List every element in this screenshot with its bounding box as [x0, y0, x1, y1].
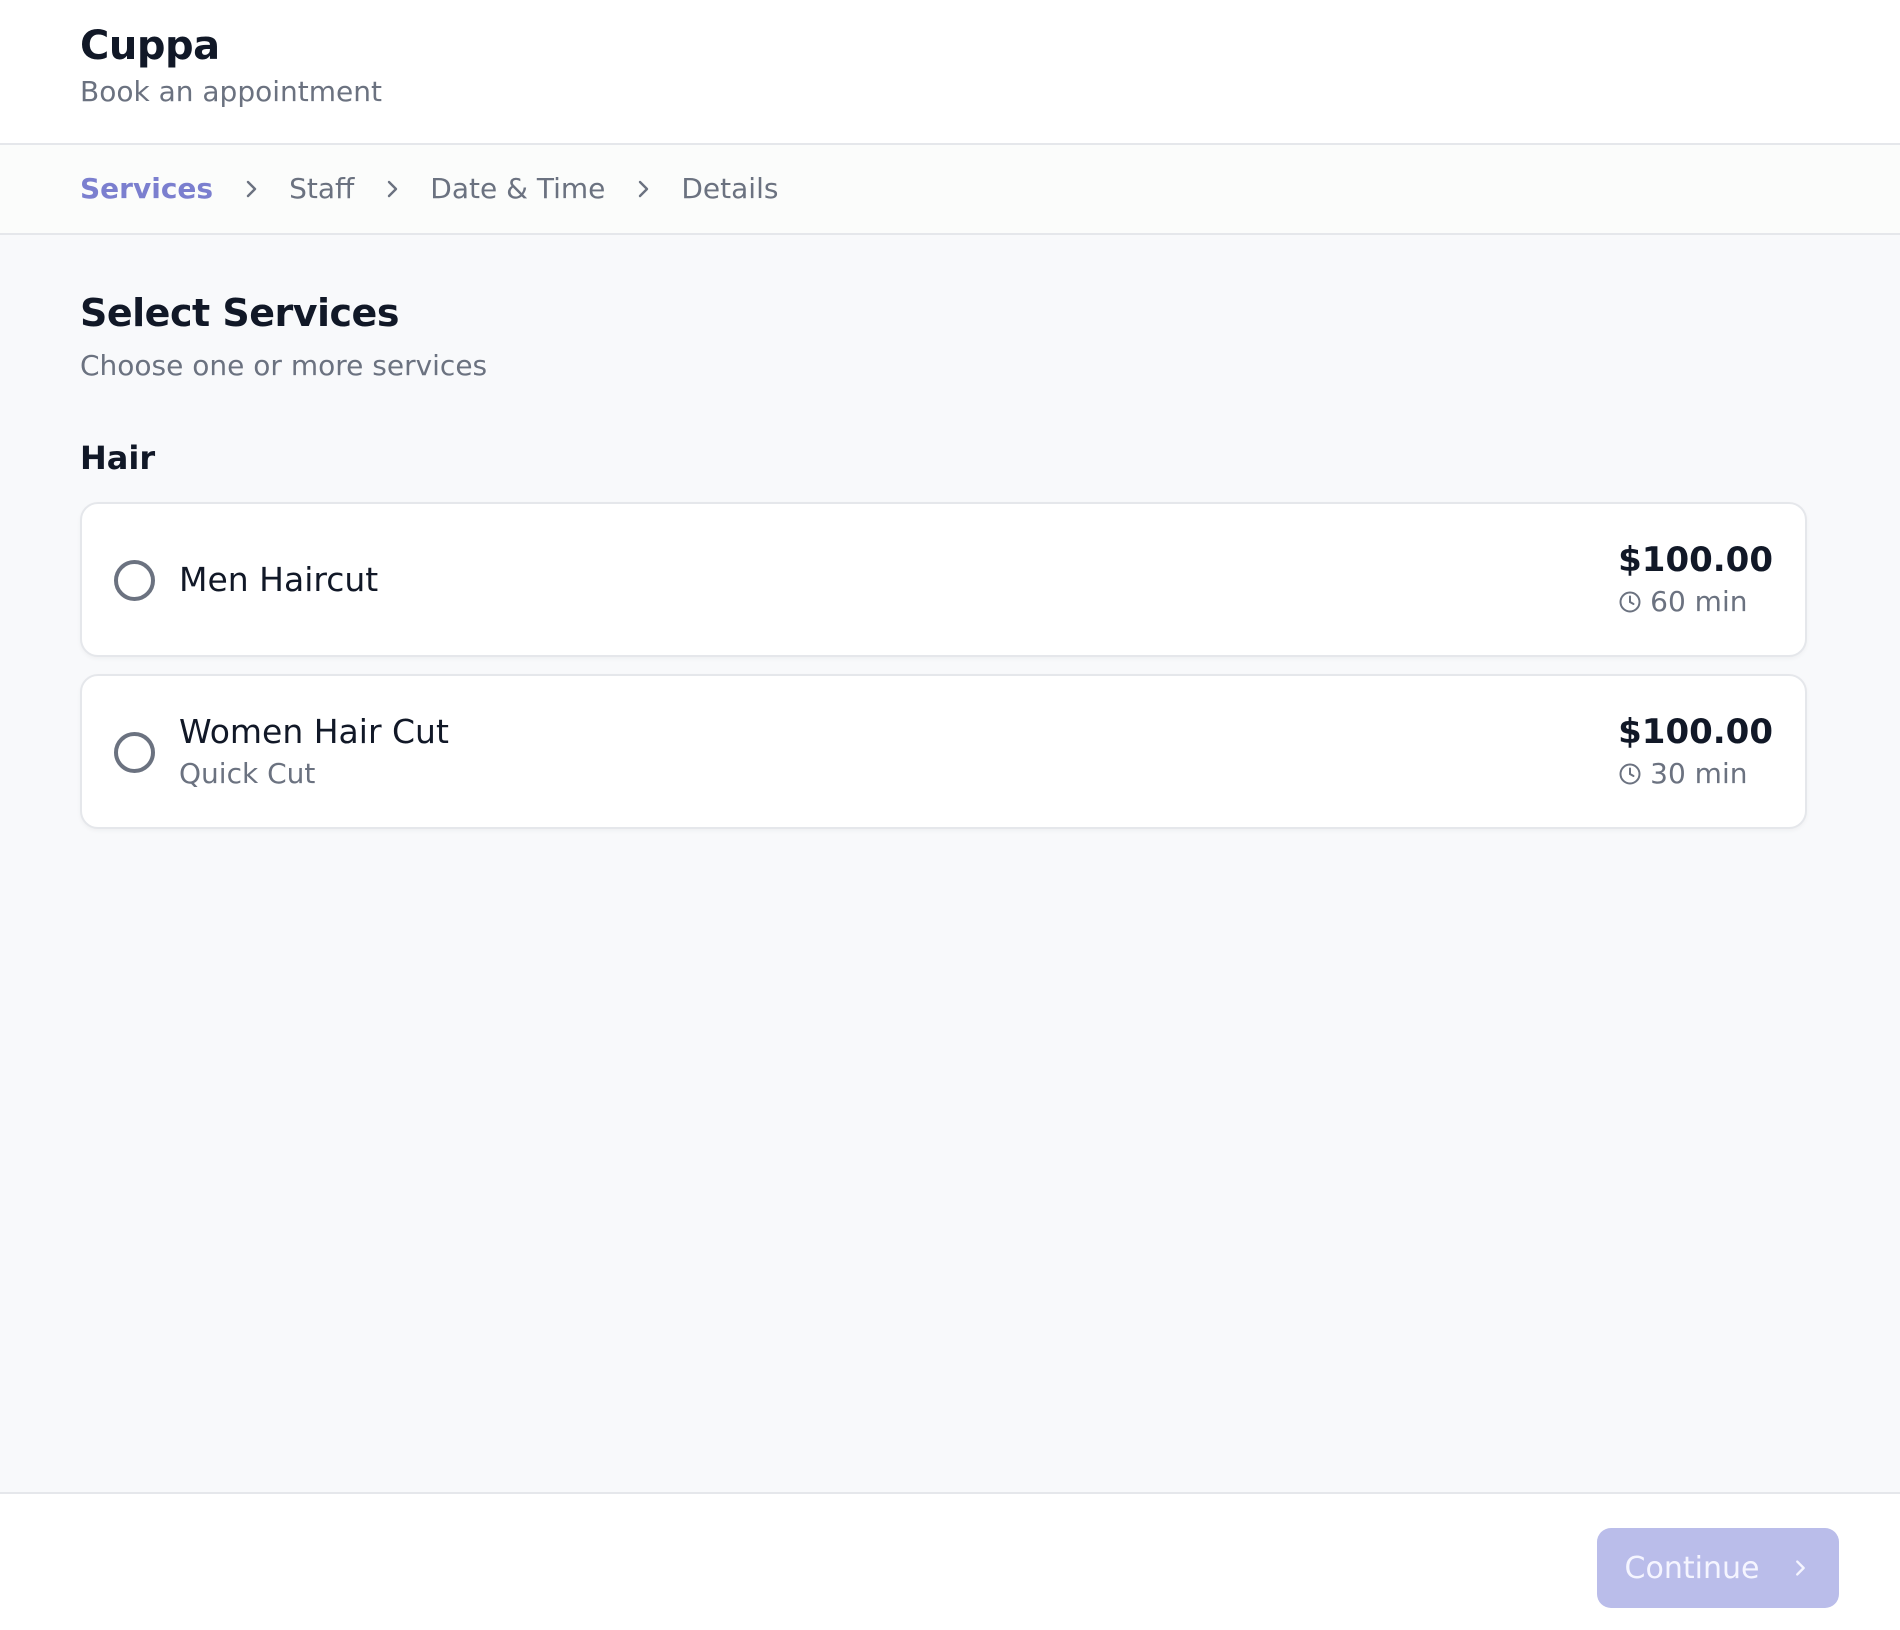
- service-meta: $100.00 60 min: [1618, 538, 1773, 622]
- service-radio[interactable]: [114, 732, 155, 773]
- service-duration: 30 min: [1618, 754, 1773, 794]
- app-header: Cuppa Book an appointment: [0, 0, 1900, 145]
- chevron-right-icon: [239, 177, 263, 201]
- booking-page: Cuppa Book an appointment Services Staff…: [0, 0, 1900, 1630]
- category-heading: Hair: [80, 439, 156, 477]
- service-meta: $100.00 30 min: [1618, 710, 1773, 794]
- service-card-men-haircut[interactable]: Men Haircut $100.00 60 min: [80, 502, 1807, 657]
- service-info: Men Haircut: [179, 558, 378, 602]
- continue-label: Continue: [1624, 1550, 1760, 1586]
- service-list: Men Haircut $100.00 60 min Women Hair Cu…: [80, 502, 1810, 829]
- service-name: Women Hair Cut: [179, 711, 449, 751]
- chevron-right-icon: [631, 177, 655, 201]
- service-card-women-hair-cut[interactable]: Women Hair Cut Quick Cut $100.00 30 min: [80, 674, 1807, 829]
- continue-button[interactable]: Continue: [1597, 1528, 1839, 1608]
- chevron-right-icon: [380, 177, 404, 201]
- service-price: $100.00: [1618, 712, 1773, 752]
- service-duration-text: 60 min: [1650, 585, 1748, 618]
- step-details[interactable]: Details: [681, 169, 778, 209]
- page-tagline: Book an appointment: [80, 75, 382, 108]
- service-duration: 60 min: [1618, 582, 1773, 622]
- step-services[interactable]: Services: [80, 169, 213, 209]
- clock-icon: [1619, 591, 1641, 613]
- clock-icon: [1619, 763, 1641, 785]
- service-duration-text: 30 min: [1650, 757, 1748, 790]
- service-name: Men Haircut: [179, 559, 379, 599]
- service-radio[interactable]: [114, 560, 155, 601]
- service-description: Quick Cut: [179, 756, 316, 790]
- services-panel: Select Services Choose one or more servi…: [80, 235, 1810, 846]
- step-staff[interactable]: Staff: [289, 169, 354, 209]
- chevron-right-icon: [1796, 1560, 1806, 1576]
- service-price: $100.00: [1618, 540, 1773, 580]
- page-title: Select Services: [80, 291, 399, 335]
- service-info: Women Hair Cut Quick Cut: [179, 710, 449, 794]
- booking-stepper: Services Staff Date & Time Details: [0, 145, 1900, 235]
- footer-bar: Continue: [0, 1492, 1900, 1630]
- page-subtitle: Choose one or more services: [80, 349, 488, 382]
- step-date-time[interactable]: Date & Time: [430, 169, 605, 209]
- brand-name: Cuppa: [80, 23, 220, 69]
